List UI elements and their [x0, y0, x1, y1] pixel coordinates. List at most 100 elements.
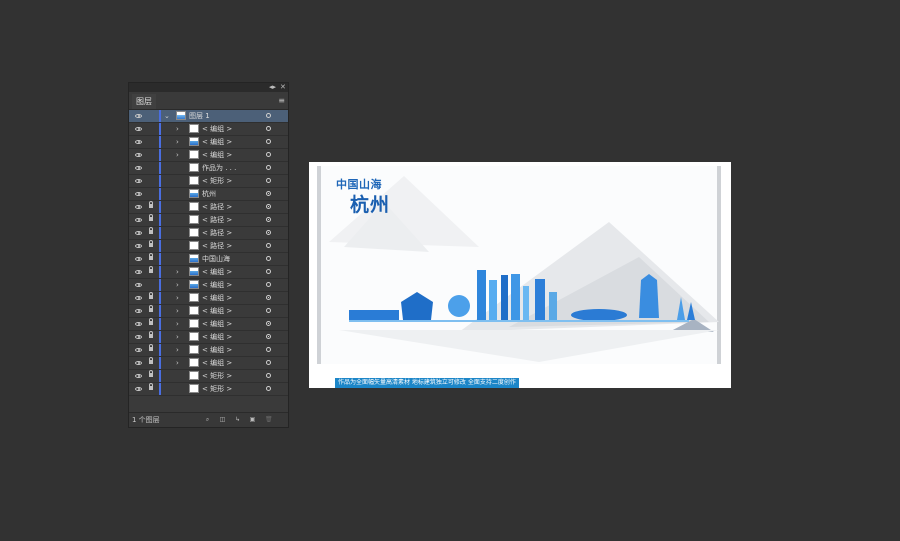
lock-icon[interactable] — [149, 370, 153, 377]
visibility-eye-icon[interactable] — [135, 296, 142, 300]
layer-row[interactable]: < 路径 > — [129, 240, 288, 253]
chevron-right-icon[interactable]: › — [176, 344, 179, 356]
layer-name[interactable]: < 编组 > — [202, 136, 232, 148]
layer-name[interactable]: < 路径 > — [202, 227, 232, 239]
visibility-eye-icon[interactable] — [135, 166, 142, 170]
layer-row[interactable]: < 矩形 > — [129, 383, 288, 396]
layer-row[interactable]: < 矩形 > — [129, 370, 288, 383]
hamburger-menu-icon[interactable]: ≡ — [278, 96, 285, 105]
layer-row[interactable]: › < 编组 > — [129, 344, 288, 357]
new-layer-icon[interactable]: ▣ — [249, 416, 256, 423]
layer-row[interactable]: › < 编组 > — [129, 305, 288, 318]
visibility-eye-icon[interactable] — [135, 335, 142, 339]
visibility-eye-icon[interactable] — [135, 322, 142, 326]
lock-icon[interactable] — [149, 292, 153, 299]
lock-icon[interactable] — [149, 318, 153, 325]
visibility-eye-icon[interactable] — [135, 218, 142, 222]
make-clipping-mask-icon[interactable]: ◫ — [219, 416, 226, 423]
layer-name[interactable]: < 编组 > — [202, 357, 232, 369]
target-circle-icon[interactable] — [266, 360, 271, 365]
chevron-down-icon[interactable]: ⌄ — [164, 110, 170, 122]
visibility-eye-icon[interactable] — [135, 231, 142, 235]
target-circle-icon[interactable] — [266, 165, 271, 170]
target-circle-icon[interactable] — [266, 256, 271, 261]
layer-name[interactable]: < 矩形 > — [202, 370, 232, 382]
target-circle-icon[interactable] — [266, 386, 271, 391]
layer-name[interactable]: < 编组 > — [202, 266, 232, 278]
visibility-eye-icon[interactable] — [135, 270, 142, 274]
target-circle-icon[interactable] — [266, 126, 271, 131]
layer-row[interactable]: › < 编组 > — [129, 318, 288, 331]
chevron-right-icon[interactable]: › — [176, 149, 179, 161]
visibility-eye-icon[interactable] — [135, 179, 142, 183]
close-icon[interactable]: ✕ — [280, 83, 286, 92]
visibility-eye-icon[interactable] — [135, 374, 142, 378]
layer-row[interactable]: 作品为 . . . — [129, 162, 288, 175]
trash-icon[interactable]: 🗑 — [265, 416, 273, 423]
layer-name[interactable]: < 矩形 > — [202, 175, 232, 187]
layer-name[interactable]: < 编组 > — [202, 292, 232, 304]
layer-name[interactable]: < 路径 > — [202, 240, 232, 252]
lock-icon[interactable] — [149, 253, 153, 260]
target-circle-icon[interactable] — [266, 282, 271, 287]
lock-icon[interactable] — [149, 383, 153, 390]
lock-icon[interactable] — [149, 331, 153, 338]
layer-row[interactable]: › < 编组 > — [129, 123, 288, 136]
lock-icon[interactable] — [149, 227, 153, 234]
layer-name[interactable]: 作品为 . . . — [202, 162, 236, 174]
lock-icon[interactable] — [149, 344, 153, 351]
layer-row[interactable]: › < 编组 > — [129, 266, 288, 279]
visibility-eye-icon[interactable] — [135, 257, 142, 261]
target-circle-icon[interactable] — [266, 113, 271, 118]
panel-title-bar[interactable]: ◂▸ ✕ — [129, 83, 288, 92]
visibility-eye-icon[interactable] — [135, 114, 142, 118]
visibility-eye-icon[interactable] — [135, 153, 142, 157]
layer-row[interactable]: › < 编组 > — [129, 292, 288, 305]
target-circle-icon[interactable] — [266, 347, 271, 352]
target-circle-icon[interactable] — [266, 321, 271, 326]
visibility-eye-icon[interactable] — [135, 387, 142, 391]
layer-name[interactable]: < 路径 > — [202, 201, 232, 213]
layer-row[interactable]: › < 编组 > — [129, 331, 288, 344]
visibility-eye-icon[interactable] — [135, 309, 142, 313]
layer-row[interactable]: › < 编组 > — [129, 136, 288, 149]
lock-icon[interactable] — [149, 201, 153, 208]
visibility-eye-icon[interactable] — [135, 192, 142, 196]
chevron-right-icon[interactable]: › — [176, 266, 179, 278]
layer-row[interactable]: 杭州 — [129, 188, 288, 201]
tab-layers[interactable]: 图层 — [132, 94, 156, 109]
lock-icon[interactable] — [149, 305, 153, 312]
lock-icon[interactable] — [149, 266, 153, 273]
layer-name[interactable]: < 编组 > — [202, 123, 232, 135]
target-circle-icon[interactable] — [266, 191, 271, 196]
target-circle-icon[interactable] — [266, 230, 271, 235]
visibility-eye-icon[interactable] — [135, 361, 142, 365]
visibility-eye-icon[interactable] — [135, 205, 142, 209]
chevron-right-icon[interactable]: › — [176, 279, 179, 291]
target-circle-icon[interactable] — [266, 243, 271, 248]
target-circle-icon[interactable] — [266, 217, 271, 222]
layer-row[interactable]: › < 编组 > — [129, 357, 288, 370]
visibility-eye-icon[interactable] — [135, 140, 142, 144]
layer-name[interactable]: < 编组 > — [202, 318, 232, 330]
layer-row[interactable]: < 矩形 > — [129, 175, 288, 188]
layer-name[interactable]: < 编组 > — [202, 344, 232, 356]
target-circle-icon[interactable] — [266, 178, 271, 183]
chevron-right-icon[interactable]: › — [176, 136, 179, 148]
target-circle-icon[interactable] — [266, 269, 271, 274]
chevron-right-icon[interactable]: › — [176, 331, 179, 343]
double-arrow-icon[interactable]: ◂▸ — [269, 83, 276, 92]
visibility-eye-icon[interactable] — [135, 244, 142, 248]
layer-name[interactable]: 中国山海 — [202, 253, 230, 265]
chevron-right-icon[interactable]: › — [176, 305, 179, 317]
layer-name[interactable]: < 编组 > — [202, 331, 232, 343]
layer-name[interactable]: < 编组 > — [202, 149, 232, 161]
layer-row[interactable]: < 路径 > — [129, 227, 288, 240]
lock-icon[interactable] — [149, 240, 153, 247]
lock-icon[interactable] — [149, 214, 153, 221]
create-sublayer-icon[interactable]: ↳ — [234, 416, 241, 423]
layer-name[interactable]: < 路径 > — [202, 214, 232, 226]
target-circle-icon[interactable] — [266, 139, 271, 144]
chevron-right-icon[interactable]: › — [176, 318, 179, 330]
layer-row[interactable]: < 路径 > — [129, 201, 288, 214]
